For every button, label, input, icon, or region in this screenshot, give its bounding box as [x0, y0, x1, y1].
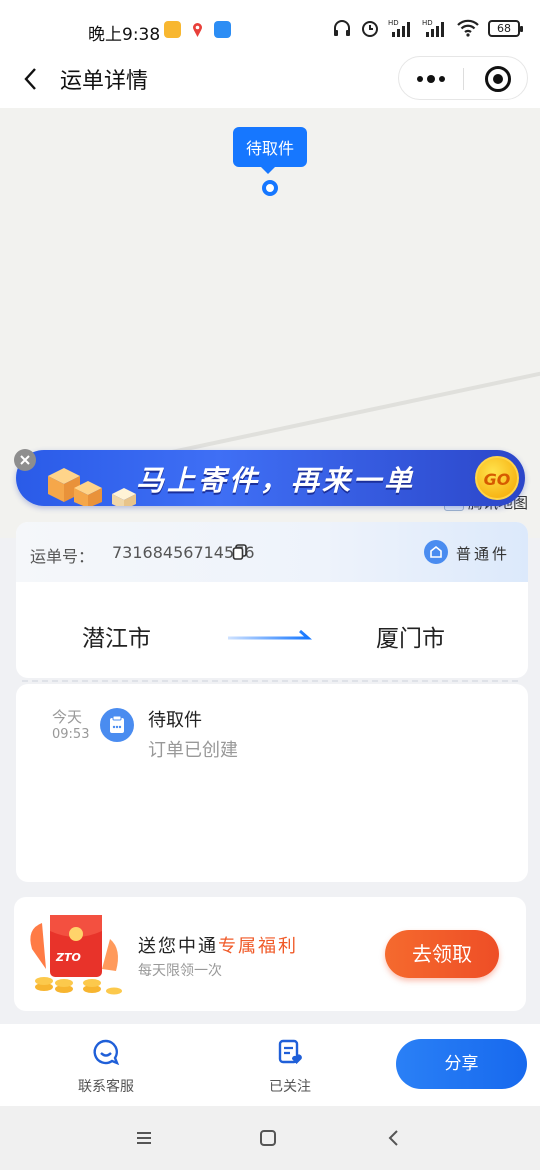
alarm-icon	[362, 21, 378, 37]
service-type-icon	[424, 540, 448, 564]
clipboard-icon	[100, 708, 134, 742]
waybill-label: 运单号：	[30, 547, 95, 566]
followed-label: 已关注	[269, 1079, 311, 1095]
miniprogram-capsule	[398, 56, 528, 100]
followed-button[interactable]: 已关注	[240, 1038, 340, 1096]
destination-city: 厦门市	[376, 626, 445, 652]
close-icon	[20, 455, 30, 465]
banner-close-button[interactable]	[14, 449, 36, 471]
copy-icon[interactable]	[232, 544, 248, 560]
order-summary-card: 运单号： 73168456714576 普通件 潜江市 厦门市	[16, 522, 528, 678]
claim-button[interactable]: 去领取	[385, 930, 499, 978]
chat-smile-icon	[93, 1039, 120, 1066]
timeline-time: 09:53	[52, 727, 90, 742]
back-button[interactable]	[14, 61, 50, 97]
contact-service-button[interactable]: 联系客服	[56, 1038, 156, 1096]
timeline-status: 待取件	[148, 710, 202, 731]
more-menu-button[interactable]	[399, 57, 463, 101]
wifi-icon	[457, 19, 479, 37]
back-nav-icon[interactable]	[380, 1124, 408, 1152]
battery-indicator: 68	[488, 19, 523, 37]
signal-hd-icon: HD	[388, 19, 410, 37]
cloud-app-icon	[214, 21, 231, 38]
svg-text:HD: HD	[388, 19, 399, 27]
dot-icon	[427, 75, 435, 83]
chevron-left-icon	[24, 68, 36, 90]
welfare-subtitle: 每天限领一次	[138, 963, 222, 979]
welfare-image-text: ZTO	[55, 951, 81, 964]
dot-icon	[439, 76, 445, 82]
page-header: 运单详情	[0, 50, 540, 108]
welfare-title: 送您中通专属福利	[138, 932, 298, 958]
system-navigation-bar	[0, 1106, 540, 1170]
dot-icon	[417, 76, 423, 82]
signal-hd-icon: HD	[422, 19, 444, 37]
close-miniprogram-button[interactable]	[485, 66, 511, 92]
promo-banner[interactable]: 马上寄件，再来一单 GO	[16, 450, 525, 506]
parcel-boxes-icon	[48, 468, 136, 506]
welfare-card[interactable]: ZTO 送您中通专属福利 每天限领一次 去领取	[14, 897, 526, 1011]
status-time: 晚上9:38	[88, 25, 161, 45]
dashed-divider	[22, 680, 518, 682]
contact-service-label: 联系客服	[78, 1079, 134, 1095]
menu-icon[interactable]	[130, 1124, 158, 1152]
timeline-day: 今天	[52, 708, 83, 726]
svg-text:HD: HD	[422, 19, 433, 27]
home-icon[interactable]	[254, 1124, 282, 1152]
banner-go-button[interactable]: GO	[475, 456, 519, 500]
map-pin-label: 待取件	[233, 127, 308, 174]
welfare-title-prefix: 送您中通	[138, 936, 218, 957]
status-indicators: HD HD 68	[332, 18, 523, 38]
page-title: 运单详情	[60, 69, 149, 94]
headphones-icon	[334, 20, 350, 36]
origin-city: 潜江市	[82, 626, 151, 652]
map-pin-dot	[262, 180, 278, 196]
banner-text: 马上寄件，再来一单	[136, 464, 416, 497]
timeline-description: 订单已创建	[148, 740, 238, 761]
welfare-title-highlight: 专属福利	[218, 936, 298, 957]
follow-list-icon	[278, 1039, 302, 1064]
route-arrow-icon	[228, 629, 312, 640]
waybill-header: 运单号： 73168456714576 普通件	[16, 522, 528, 582]
red-envelope-icon: ZTO	[30, 915, 122, 995]
notification-app-icon	[164, 21, 181, 38]
service-type-label: 普通件	[455, 545, 510, 563]
bottom-action-bar: 联系客服 已关注 分享	[0, 1024, 540, 1106]
share-button[interactable]: 分享	[396, 1039, 527, 1089]
location-pin-icon	[189, 21, 206, 38]
tracking-timeline-card: 今天 09:53 待取件 订单已创建	[16, 684, 528, 882]
capsule-divider	[463, 68, 464, 90]
